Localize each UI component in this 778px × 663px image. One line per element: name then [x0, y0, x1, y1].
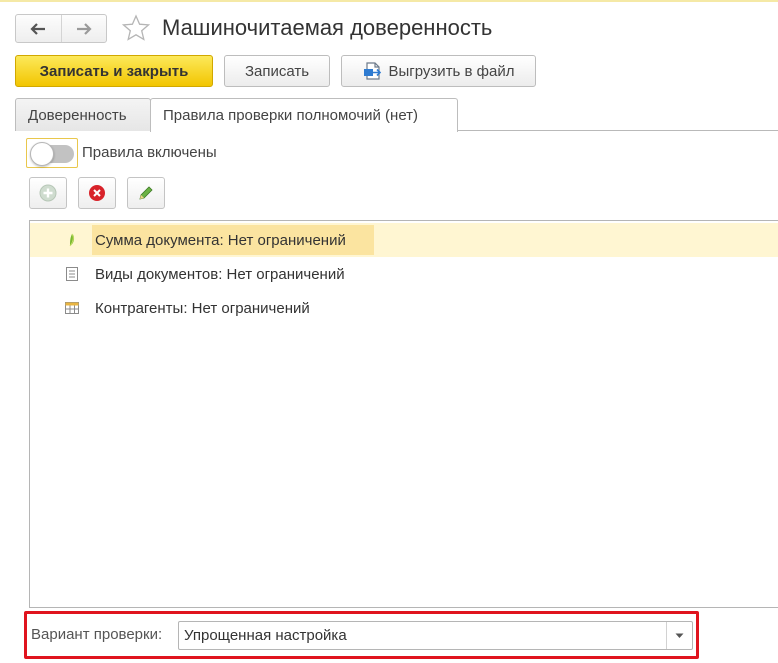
- favorite-button[interactable]: [120, 13, 152, 43]
- export-file-icon: [363, 61, 383, 81]
- check-variant-label: Вариант проверки:: [31, 626, 163, 643]
- save-and-close-button[interactable]: Записать и закрыть: [15, 55, 213, 87]
- list-item[interactable]: Контрагенты: Нет ограничений: [30, 291, 778, 325]
- table-icon: [64, 300, 80, 316]
- list-item[interactable]: Сумма документа: Нет ограничений: [30, 223, 778, 257]
- export-to-file-label: Выгрузить в файл: [388, 62, 515, 80]
- page-title: Машиночитаемая доверенность: [162, 15, 493, 40]
- amount-icon: [64, 232, 80, 248]
- window-top-accent: [0, 0, 778, 2]
- delete-rule-button[interactable]: [78, 177, 116, 209]
- rules-list[interactable]: Сумма документа: Нет ограничений Виды до…: [29, 220, 778, 608]
- add-icon: [39, 184, 57, 202]
- list-item-label: Виды документов: Нет ограничений: [95, 266, 345, 283]
- arrow-right-icon: [76, 22, 92, 35]
- rules-enabled-toggle[interactable]: [26, 138, 78, 168]
- list-item-label: Сумма документа: Нет ограничений: [95, 232, 346, 249]
- dropdown-button[interactable]: [666, 622, 692, 649]
- check-variant-select[interactable]: Упрощенная настройка: [178, 621, 693, 650]
- list-item[interactable]: Виды документов: Нет ограничений: [30, 257, 778, 291]
- document-icon: [64, 266, 80, 282]
- navigation-buttons: [15, 14, 107, 43]
- tab-authority-rules[interactable]: Правила проверки полномочий (нет): [150, 98, 458, 132]
- delete-icon: [89, 185, 105, 201]
- check-variant-value: Упрощенная настройка: [184, 627, 347, 644]
- rules-enabled-label: Правила включены: [82, 144, 217, 161]
- add-rule-button[interactable]: [29, 177, 67, 209]
- forward-button[interactable]: [60, 15, 107, 42]
- list-item-label: Контрагенты: Нет ограничений: [95, 300, 310, 317]
- save-button[interactable]: Записать: [224, 55, 330, 87]
- arrow-left-icon: [30, 22, 46, 35]
- chevron-down-icon: [675, 633, 684, 638]
- tab-power-of-attorney[interactable]: Доверенность: [15, 98, 151, 131]
- star-icon: [121, 14, 151, 41]
- pencil-icon: [139, 186, 153, 200]
- export-to-file-button[interactable]: Выгрузить в файл: [341, 55, 536, 87]
- back-button[interactable]: [16, 15, 61, 42]
- toggle-knob: [30, 142, 54, 166]
- edit-rule-button[interactable]: [127, 177, 165, 209]
